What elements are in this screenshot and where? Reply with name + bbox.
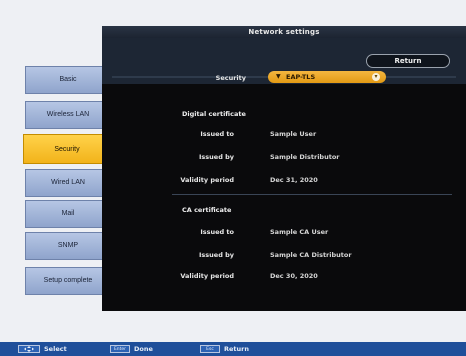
help-done-label: Done (134, 345, 153, 353)
dropdown-button-icon[interactable]: ▾ (372, 73, 380, 81)
help-return-label: Return (224, 345, 249, 353)
ca-issued-to-label: Issued to (200, 228, 234, 236)
ca-issued-by-label: Issued by (199, 251, 234, 259)
sidebar-item-snmp[interactable]: SNMP (25, 232, 111, 260)
sidebar-item-basic[interactable]: Basic (25, 66, 111, 94)
ca-issued-to-value: Sample CA User (270, 228, 329, 236)
issued-by-value: Sample Distributor (270, 153, 340, 161)
esc-key-icon: Esc (200, 345, 220, 353)
directional-pad-icon (18, 345, 40, 353)
ca-validity-period-label: Validity period (180, 272, 234, 280)
section-divider (172, 194, 452, 195)
help-bar: Select Enter Done Esc Return (0, 342, 466, 356)
digital-certificate-heading: Digital certificate (182, 110, 246, 118)
window-title: Network settings (102, 26, 466, 38)
sidebar-item-wireless-lan[interactable]: Wireless LAN (25, 101, 111, 129)
sidebar-item-wired-lan[interactable]: Wired LAN (25, 169, 111, 197)
validity-period-value: Dec 31, 2020 (270, 176, 318, 184)
issued-to-label: Issued to (200, 130, 234, 138)
issued-by-label: Issued by (199, 153, 234, 161)
security-value: EAP-TLS (286, 73, 316, 81)
security-label: Security (215, 74, 246, 82)
issued-to-value: Sample User (270, 130, 317, 138)
ca-certificate-heading: CA certificate (182, 206, 232, 214)
sidebar-item-mail[interactable]: Mail (25, 200, 111, 228)
arrows-icon (24, 346, 34, 352)
help-select-label: Select (44, 345, 67, 353)
projector-menu-screen: Basic Wireless LAN Security Wired LAN Ma… (0, 0, 466, 356)
return-button[interactable]: Return (366, 54, 450, 68)
network-settings-panel: Network settings Return Security ▼ EAP-T… (102, 26, 466, 311)
security-dropdown[interactable]: ▼ EAP-TLS ▾ (268, 71, 386, 83)
ca-validity-period-value: Dec 30, 2020 (270, 272, 318, 280)
sidebar-item-security[interactable]: Security (23, 134, 111, 164)
ca-issued-by-value: Sample CA Distributor (270, 251, 352, 259)
enter-key-icon: Enter (110, 345, 130, 353)
selected-marker-icon: ▼ (276, 73, 281, 80)
sidebar-item-setup-complete[interactable]: Setup complete (25, 267, 111, 295)
validity-period-label: Validity period (180, 176, 234, 184)
